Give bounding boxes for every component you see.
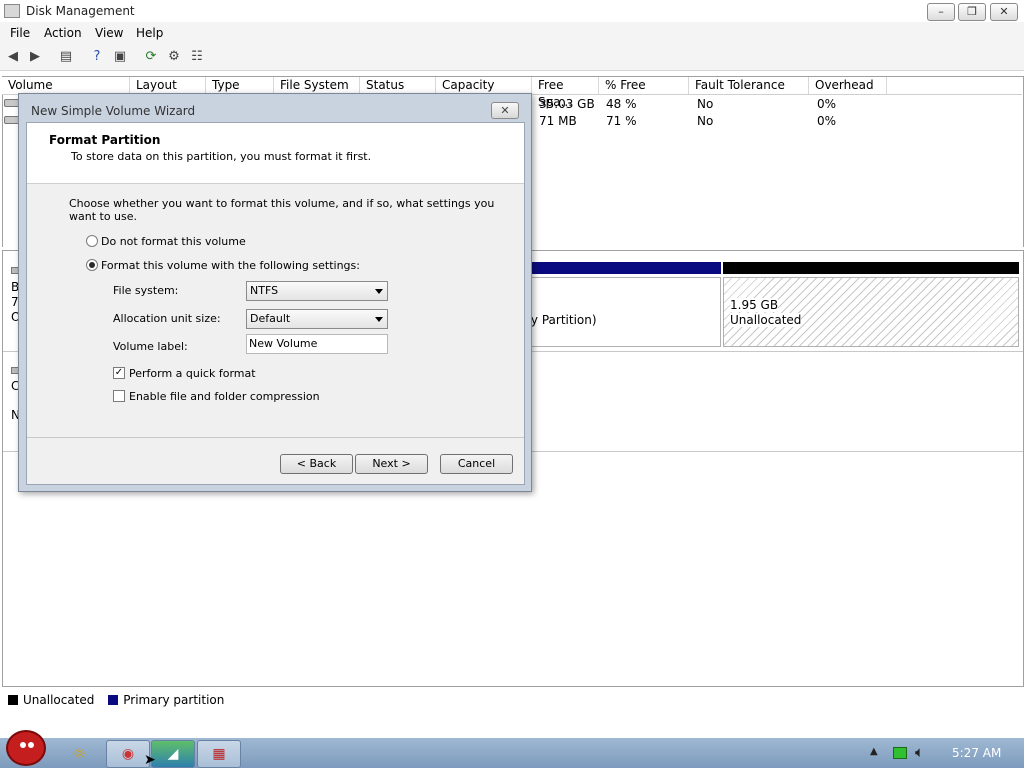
- col-type[interactable]: Type: [206, 77, 274, 94]
- wizard-subheading: To store data on this partition, you mus…: [71, 150, 372, 163]
- disk-management-task-icon: ▦: [212, 746, 226, 762]
- taskbar: ☼ ◉ ◢ ▦ ➤ ▲ 🔈︎ 5:27 AM: [0, 730, 1024, 768]
- back-arrow-icon[interactable]: ◀: [5, 49, 21, 65]
- cancel-button[interactable]: Cancel: [440, 454, 513, 474]
- rescan-icon[interactable]: ⚙: [166, 49, 182, 65]
- partition-type-text: ry Partition): [526, 313, 597, 327]
- col-file-system[interactable]: File System: [274, 77, 360, 94]
- col-overhead[interactable]: Overhead: [809, 77, 887, 94]
- col-status[interactable]: Status: [360, 77, 436, 94]
- refresh-icon[interactable]: ⟳: [143, 49, 159, 65]
- new-simple-volume-wizard: New Simple Volume Wizard ✕ Format Partit…: [18, 93, 532, 492]
- row2-percent-free: 71 %: [606, 114, 637, 128]
- properties-icon[interactable]: ▣: [112, 49, 128, 65]
- app-icon: ◢: [167, 746, 179, 762]
- row2-fault-tolerance: No: [697, 114, 714, 128]
- volume-label-input[interactable]: New Volume: [246, 334, 388, 354]
- primary-swatch: [108, 695, 119, 705]
- chevron-down-icon: [375, 317, 383, 322]
- unallocated-block[interactable]: 1.95 GB Unallocated: [723, 277, 1019, 347]
- allocation-unit-value: Default: [250, 312, 291, 325]
- col-volume[interactable]: Volume: [2, 77, 130, 94]
- legend: Unallocated Primary partition: [2, 693, 1022, 713]
- wizard-header: Format Partition To store data on this p…: [27, 123, 524, 184]
- col-fault-tolerance[interactable]: Fault Tolerance: [689, 77, 809, 94]
- primary-partition-block[interactable]: ry Partition): [526, 277, 721, 347]
- row2-overhead: 0%: [817, 114, 837, 128]
- restore-button[interactable]: ❐: [958, 3, 986, 21]
- menu-help[interactable]: Help: [136, 26, 163, 40]
- unallocated-bar: [723, 262, 1019, 274]
- col-layout[interactable]: Layout: [130, 77, 206, 94]
- volume-icon[interactable]: 🔈︎: [915, 743, 924, 761]
- minimize-button[interactable]: –: [927, 3, 955, 21]
- row1-fault-tolerance: No: [697, 97, 714, 111]
- wizard-body: Format Partition To store data on this p…: [26, 122, 525, 485]
- dialog-title: New Simple Volume Wizard: [31, 104, 196, 118]
- menu-action[interactable]: Action: [44, 26, 82, 40]
- file-system-select[interactable]: NTFS: [246, 281, 388, 301]
- file-system-label: File system:: [113, 284, 179, 297]
- col-capacity[interactable]: Capacity: [436, 77, 532, 94]
- wizard-heading: Format Partition: [49, 133, 161, 147]
- row2-free-space: 71 MB: [539, 114, 577, 128]
- disk-management-icon: [4, 4, 20, 18]
- clock[interactable]: 5:27 AM: [952, 746, 1001, 760]
- allocation-unit-label: Allocation unit size:: [113, 312, 221, 325]
- allocation-unit-select[interactable]: Default: [246, 309, 388, 329]
- file-system-value: NTFS: [250, 284, 279, 297]
- network-icon[interactable]: [893, 747, 907, 759]
- volume-label-value: New Volume: [249, 337, 318, 350]
- taskbar-app[interactable]: ◢: [151, 740, 195, 768]
- angry-bird-eye-icon: [28, 742, 34, 748]
- back-button[interactable]: < Back: [280, 454, 353, 474]
- taskbar-disk-management[interactable]: ▦: [197, 740, 241, 768]
- row1-free-space: 35.03 GB: [539, 97, 595, 111]
- console-tree-icon[interactable]: ▤: [58, 49, 74, 65]
- radio-do-not-format[interactable]: [86, 235, 98, 247]
- legend-unallocated: Unallocated: [23, 693, 95, 707]
- settings-icon[interactable]: ☷: [189, 49, 205, 65]
- forward-arrow-icon[interactable]: ▶: [27, 49, 43, 65]
- unallocated-swatch: [8, 695, 18, 705]
- menu-view[interactable]: View: [95, 26, 123, 40]
- col-percent-free[interactable]: % Free: [599, 77, 689, 94]
- show-hidden-icons-icon[interactable]: ▲: [870, 746, 878, 757]
- title-bar: Disk Management – ❐ ✕: [0, 0, 1024, 23]
- toolbar: ◀ ▶ ▤ ? ▣ ⟳ ⚙ ☷: [0, 44, 1024, 71]
- col-free-space[interactable]: Free Spa...: [532, 77, 599, 109]
- compression-checkbox[interactable]: [113, 390, 125, 402]
- quick-format-checkbox[interactable]: ✓: [113, 367, 125, 379]
- wizard-instruction: Choose whether you want to format this v…: [69, 197, 495, 223]
- row1-percent-free: 48 %: [606, 97, 637, 111]
- radio-format-volume-label[interactable]: Format this volume with the following se…: [101, 259, 360, 272]
- next-button[interactable]: Next >: [355, 454, 428, 474]
- primary-partition-bar: [531, 262, 721, 274]
- radio-format-volume[interactable]: [86, 259, 98, 271]
- help-icon[interactable]: ?: [89, 49, 105, 65]
- chrome-icon: ◉: [121, 746, 135, 762]
- row1-overhead: 0%: [817, 97, 837, 111]
- angry-bird-eye-icon: [20, 742, 26, 748]
- explorer-icon[interactable]: ☼: [72, 744, 86, 763]
- compression-label[interactable]: Enable file and folder compression: [129, 390, 320, 403]
- unallocated-label: Unallocated: [730, 313, 802, 327]
- unallocated-size: 1.95 GB: [730, 298, 779, 312]
- legend-primary: Primary partition: [123, 693, 225, 707]
- volume-label-label: Volume label:: [113, 340, 188, 353]
- window-title: Disk Management: [26, 4, 135, 18]
- menu-file[interactable]: File: [10, 26, 30, 40]
- menu-bar: File Action View Help: [0, 22, 1024, 44]
- quick-format-label[interactable]: Perform a quick format: [129, 367, 256, 380]
- close-button[interactable]: ✕: [990, 3, 1018, 21]
- dialog-divider: [27, 437, 524, 438]
- chevron-down-icon: [375, 289, 383, 294]
- start-button[interactable]: [6, 730, 46, 766]
- mouse-cursor-icon: ➤: [144, 752, 156, 768]
- dialog-close-button[interactable]: ✕: [491, 102, 519, 119]
- radio-do-not-format-label[interactable]: Do not format this volume: [101, 235, 246, 248]
